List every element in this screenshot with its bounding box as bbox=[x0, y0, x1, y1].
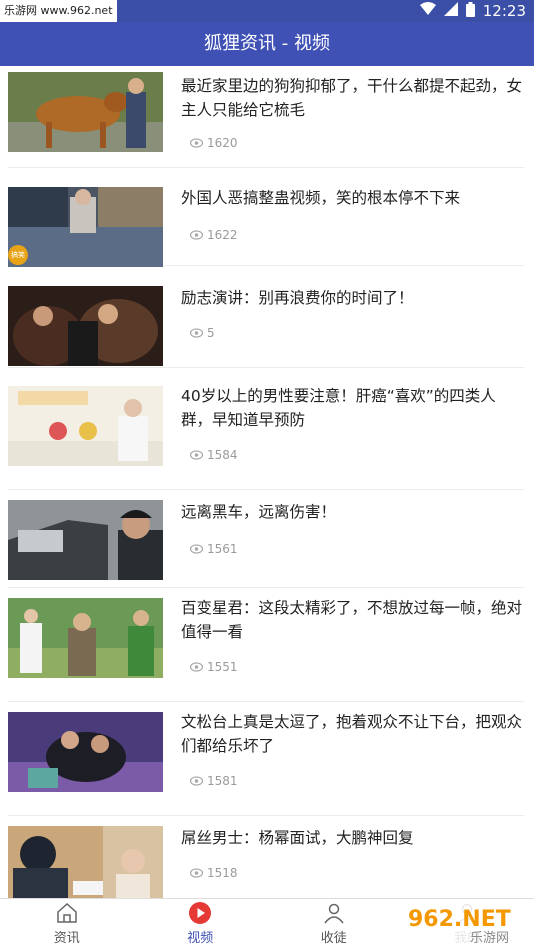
list-item[interactable]: 屌丝男士：杨幂面试，大鹏神回复 1518 bbox=[8, 816, 524, 898]
list-item[interactable]: 最近家里边的狗狗抑郁了，干什么都提不起劲，女主人只能给它梳毛 1620 bbox=[8, 66, 524, 168]
list-item[interactable]: 文松台上真是太逗了，抱着观众不让下台，把观众们都给乐坏了 1581 bbox=[8, 702, 524, 816]
view-count: 5 bbox=[190, 326, 215, 340]
home-icon bbox=[55, 901, 79, 925]
view-count: 1581 bbox=[190, 774, 238, 788]
item-title[interactable]: 屌丝男士：杨幂面试，大鹏神回复 bbox=[181, 826, 526, 850]
eye-icon bbox=[190, 776, 203, 786]
clock: 12:23 bbox=[483, 2, 526, 20]
view-count: 1620 bbox=[190, 136, 238, 150]
thumbnail[interactable] bbox=[8, 826, 163, 898]
thumbnail[interactable] bbox=[8, 712, 163, 792]
list-item[interactable]: 搞笑 外国人恶搞整蛊视频，笑的根本停不下来 1622 bbox=[8, 178, 524, 266]
eye-icon bbox=[190, 230, 203, 240]
list-item[interactable]: 远离黑车，远离伤害！ 1561 bbox=[8, 490, 524, 588]
status-icons: 12:23 bbox=[420, 0, 526, 22]
thumbnail[interactable] bbox=[8, 500, 163, 580]
wifi-icon bbox=[420, 2, 436, 20]
battery-icon bbox=[466, 2, 475, 21]
item-title[interactable]: 外国人恶搞整蛊视频，笑的根本停不下来 bbox=[181, 186, 526, 210]
item-title[interactable]: 百变星君：这段太精彩了，不想放过每一帧，绝对值得一看 bbox=[181, 596, 526, 644]
thumb-badge: 搞笑 bbox=[11, 250, 25, 260]
item-title[interactable]: 文松台上真是太逗了，抱着观众不让下台，把观众们都给乐坏了 bbox=[181, 710, 526, 758]
view-count: 1561 bbox=[190, 542, 238, 556]
thumbnail[interactable]: 搞笑 bbox=[8, 187, 163, 267]
item-title[interactable]: 最近家里边的狗狗抑郁了，干什么都提不起劲，女主人只能给它梳毛 bbox=[181, 74, 526, 122]
eye-icon bbox=[190, 662, 203, 672]
nav-item-news[interactable]: 资讯 bbox=[0, 899, 134, 948]
thumbnail[interactable] bbox=[8, 598, 163, 678]
eye-icon bbox=[190, 138, 203, 148]
video-feed[interactable]: 最近家里边的狗狗抑郁了，干什么都提不起劲，女主人只能给它梳毛 1620 搞笑 外… bbox=[0, 66, 534, 898]
item-title[interactable]: 远离黑车，远离伤害！ bbox=[181, 500, 526, 524]
nav-label: 资讯 bbox=[54, 927, 80, 946]
view-count: 1518 bbox=[190, 866, 238, 880]
view-count: 1551 bbox=[190, 660, 238, 674]
thumbnail[interactable] bbox=[8, 72, 163, 152]
nav-label: 收徒 bbox=[321, 927, 347, 946]
eye-icon bbox=[190, 450, 203, 460]
page-title: 狐狸资讯 - 视频 bbox=[204, 33, 330, 54]
item-title[interactable]: 40岁以上的男性要注意！肝癌“喜欢”的四类人群，早知道早预防 bbox=[181, 384, 526, 432]
thumbnail[interactable] bbox=[8, 286, 163, 366]
list-item[interactable]: 40岁以上的男性要注意！肝癌“喜欢”的四类人群，早知道早预防 1584 bbox=[8, 376, 524, 490]
eye-icon bbox=[190, 868, 203, 878]
status-bar: 乐游网 www.962.net 12:23 bbox=[0, 0, 534, 22]
nav-label: 视频 bbox=[187, 927, 213, 946]
app-bar: 狐狸资讯 - 视频 bbox=[0, 22, 534, 66]
signal-icon bbox=[444, 2, 458, 20]
view-count: 1584 bbox=[190, 448, 238, 462]
people-icon bbox=[322, 901, 346, 925]
eye-icon bbox=[190, 544, 203, 554]
thumbnail[interactable] bbox=[8, 386, 163, 466]
play-icon bbox=[188, 901, 212, 925]
watermark-sub: 乐游网 bbox=[470, 931, 509, 946]
nav-item-apprentice[interactable]: 收徒 bbox=[267, 899, 401, 948]
view-count: 1622 bbox=[190, 228, 238, 242]
list-item[interactable]: 百变星君：这段太精彩了，不想放过每一帧，绝对值得一看 1551 bbox=[8, 588, 524, 702]
watermark-logo: 962.NET 乐游网 bbox=[400, 900, 530, 946]
list-item[interactable]: 励志演讲：别再浪费你的时间了！ 5 bbox=[8, 276, 524, 368]
eye-icon bbox=[190, 328, 203, 338]
watermark-top: 乐游网 www.962.net bbox=[0, 0, 117, 22]
item-title[interactable]: 励志演讲：别再浪费你的时间了！ bbox=[181, 286, 526, 310]
watermark-text: 962.NET bbox=[408, 907, 511, 932]
nav-item-video[interactable]: 视频 bbox=[134, 899, 268, 948]
